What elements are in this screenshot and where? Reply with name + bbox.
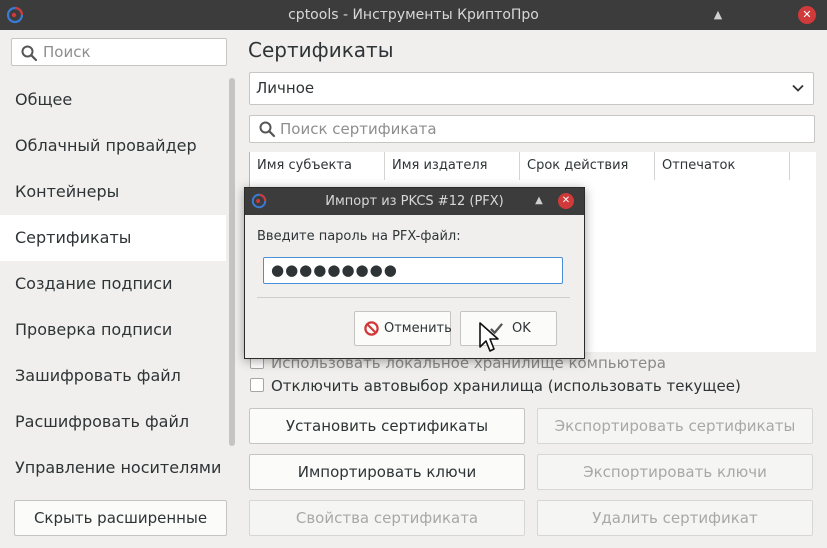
chevron-down-icon	[792, 84, 804, 92]
sidebar: Поиск Общее Облачный провайдер Контейнер…	[0, 30, 240, 548]
maximize-icon[interactable]: ▲	[709, 6, 727, 24]
checkbox-box[interactable]	[250, 378, 264, 392]
sidebar-item-containers[interactable]: Контейнеры	[0, 169, 226, 215]
store-select-value: Личное	[256, 79, 315, 97]
sidebar-item-general[interactable]: Общее	[0, 77, 226, 123]
cancel-button-label: Отменить	[384, 321, 452, 336]
certificate-search-input[interactable]: Поиск сертификата	[249, 115, 815, 143]
cancel-icon	[364, 321, 379, 336]
dialog-separator	[257, 297, 570, 298]
sidebar-nav: Общее Облачный провайдер Контейнеры Серт…	[0, 77, 226, 491]
password-prompt-label: Введите пароль на PFX-файл:	[257, 229, 461, 244]
search-icon	[259, 121, 276, 138]
certificate-properties-button[interactable]: Свойства сертификата	[249, 500, 525, 536]
column-header-validity[interactable]: Срок действия	[520, 152, 655, 180]
import-keys-button[interactable]: Импортировать ключи	[249, 454, 525, 490]
export-certificates-button[interactable]: Экспортировать сертификаты	[537, 408, 813, 444]
sidebar-item-decrypt-file[interactable]: Расшифровать файл	[0, 399, 226, 445]
store-select[interactable]: Личное	[249, 72, 814, 105]
pfx-import-dialog: Импорт из PKCS #12 (PFX) ▲ ✕ Введите пар…	[244, 187, 585, 359]
export-keys-button[interactable]: Экспортировать ключи	[537, 454, 813, 490]
window-title: cptools - Инструменты КриптоПро	[288, 7, 539, 23]
delete-certificate-button[interactable]: Удалить сертификат	[537, 500, 813, 536]
ok-button[interactable]: OK	[460, 311, 557, 346]
sidebar-item-verify-signature[interactable]: Проверка подписи	[0, 307, 226, 353]
page-title: Сертификаты	[248, 38, 394, 62]
certificate-search-placeholder: Поиск сертификата	[280, 120, 437, 138]
column-header-issuer[interactable]: Имя издателя	[385, 152, 520, 180]
close-dialog-icon[interactable]: ✕	[558, 193, 574, 209]
password-field[interactable]: ●●●●●●●●●	[263, 257, 563, 284]
column-header-subject[interactable]: Имя субъекта	[250, 152, 385, 180]
sidebar-item-media-management[interactable]: Управление носителями	[0, 445, 226, 491]
sidebar-item-encrypt-file[interactable]: Зашифровать файл	[0, 353, 226, 399]
cancel-button[interactable]: Отменить	[354, 311, 452, 346]
sidebar-item-create-signature[interactable]: Создание подписи	[0, 261, 226, 307]
ok-button-label: OK	[512, 321, 531, 336]
hide-advanced-button[interactable]: Скрыть расширенные	[14, 500, 227, 536]
search-icon	[21, 45, 38, 62]
window-titlebar: cptools - Инструменты КриптоПро ▲ ✕	[0, 0, 827, 30]
close-window-icon[interactable]: ✕	[798, 6, 816, 24]
sidebar-item-certificates[interactable]: Сертификаты	[0, 215, 226, 261]
checkbox-disable-autoselect-label: Отключить автовыбор хранилища (использов…	[271, 377, 741, 395]
sidebar-search-placeholder: Поиск	[43, 43, 91, 61]
checkbox-disable-autoselect[interactable]: Отключить автовыбор хранилища (использов…	[250, 377, 741, 395]
sidebar-scrollbar[interactable]	[229, 78, 235, 446]
maximize-icon[interactable]: ▲	[531, 193, 547, 209]
sidebar-search-input[interactable]: Поиск	[11, 38, 227, 66]
install-certificates-button[interactable]: Установить сертификаты	[249, 408, 525, 444]
dialog-titlebar: Импорт из PKCS #12 (PFX) ▲ ✕	[245, 188, 584, 215]
mouse-cursor-icon	[479, 322, 499, 352]
sidebar-item-cloud-provider[interactable]: Облачный провайдер	[0, 123, 226, 169]
column-header-thumbprint[interactable]: Отпечаток	[655, 152, 790, 180]
